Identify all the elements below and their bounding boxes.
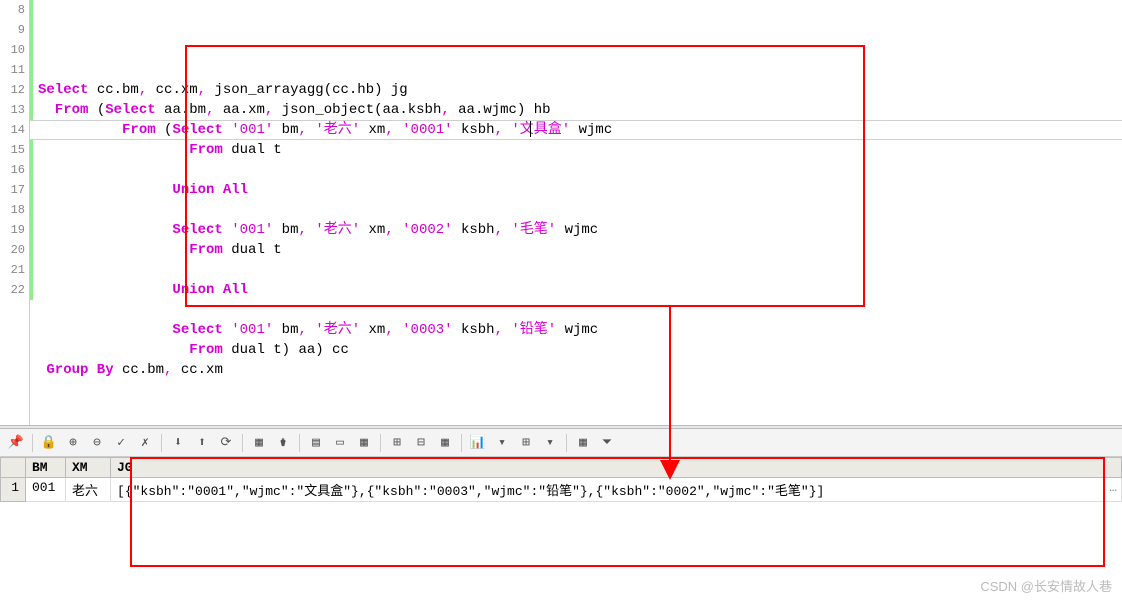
line-number: 15: [0, 140, 25, 160]
code-line[interactable]: From (Select aa.bm, aa.xm, json_object(a…: [38, 100, 1122, 120]
line-number: 18: [0, 200, 25, 220]
results-toolbar: 📌🔒⊕⊖✓✗⬇⬆⟳▦⚱▤▭▦⊞⊟▦📊▾⊞▾▦⏷: [0, 429, 1122, 457]
cancel-icon[interactable]: ✗: [135, 433, 155, 453]
export-icon[interactable]: ▭: [330, 433, 350, 453]
toolbar-separator: [299, 434, 300, 452]
col-header-jg[interactable]: JG: [111, 458, 1122, 478]
toolbar-separator: [461, 434, 462, 452]
toolbar-separator: [242, 434, 243, 452]
code-line[interactable]: From dual t: [38, 140, 1122, 160]
col-header-xm[interactable]: XM: [66, 458, 111, 478]
table-icon[interactable]: ▤: [306, 433, 326, 453]
code-line[interactable]: [38, 300, 1122, 320]
pin-icon[interactable]: 📌: [6, 433, 26, 453]
line-number: 13: [0, 100, 25, 120]
down-icon[interactable]: ⬇: [168, 433, 188, 453]
line-number: 9: [0, 20, 25, 40]
code-line[interactable]: Select cc.bm, cc.xm, json_arrayagg(cc.hb…: [38, 80, 1122, 100]
code-line[interactable]: Select '001' bm, '老六' xm, '0003' ksbh, '…: [38, 320, 1122, 340]
code-editor[interactable]: 8910111213141516171819202122 Select cc.b…: [0, 0, 1122, 425]
refresh-icon[interactable]: ⟳: [216, 433, 236, 453]
code-line[interactable]: Union All: [38, 180, 1122, 200]
code-line[interactable]: [38, 260, 1122, 280]
corner-cell: [1, 458, 26, 478]
toolbar-separator: [566, 434, 567, 452]
lock-icon[interactable]: 🔒: [39, 433, 59, 453]
check-icon[interactable]: ✓: [111, 433, 131, 453]
funnel-icon[interactable]: ⏷: [597, 433, 617, 453]
grid1-icon[interactable]: ▦: [249, 433, 269, 453]
filter-icon[interactable]: ⚱: [273, 433, 293, 453]
line-number: 22: [0, 280, 25, 300]
toolbar-separator: [380, 434, 381, 452]
line-number: 20: [0, 240, 25, 260]
toolbar-separator: [161, 434, 162, 452]
cell-jg[interactable]: [{"ksbh":"0001","wjmc":"文具盒"},{"ksbh":"0…: [111, 478, 1122, 502]
line-number: 11: [0, 60, 25, 80]
code-line[interactable]: From dual t: [38, 240, 1122, 260]
code-line[interactable]: [38, 200, 1122, 220]
code-area[interactable]: Select cc.bm, cc.xm, json_arrayagg(cc.hb…: [30, 0, 1122, 425]
table-row[interactable]: 1001老六[{"ksbh":"0001","wjmc":"文具盒"},{"ks…: [1, 478, 1122, 502]
drop2-icon[interactable]: ▾: [540, 433, 560, 453]
up-icon[interactable]: ⬆: [192, 433, 212, 453]
line-number: 19: [0, 220, 25, 240]
cell-xm[interactable]: 老六: [66, 478, 111, 502]
line-number: 14: [0, 120, 25, 140]
results-grid[interactable]: BM XM JG 1001老六[{"ksbh":"0001","wjmc":"文…: [0, 457, 1122, 597]
line-number: 17: [0, 180, 25, 200]
line-number: 8: [0, 0, 25, 20]
code-line[interactable]: Union All: [38, 280, 1122, 300]
calc-icon[interactable]: ▦: [354, 433, 374, 453]
code-line[interactable]: From (Select '001' bm, '老六' xm, '0001' k…: [38, 120, 1122, 140]
line-number: 21: [0, 260, 25, 280]
watermark: CSDN @长安情故人巷: [980, 576, 1112, 595]
toolbar-separator: [32, 434, 33, 452]
multi-icon[interactable]: ▦: [435, 433, 455, 453]
ellipsis-icon[interactable]: …: [1109, 480, 1117, 495]
detail-icon[interactable]: ⊞: [387, 433, 407, 453]
line-number: 16: [0, 160, 25, 180]
view-icon[interactable]: ▦: [573, 433, 593, 453]
code-line[interactable]: [38, 160, 1122, 180]
add-icon[interactable]: ⊕: [63, 433, 83, 453]
remove-icon[interactable]: ⊖: [87, 433, 107, 453]
group-icon[interactable]: ⊞: [516, 433, 536, 453]
code-line[interactable]: Select '001' bm, '老六' xm, '0002' ksbh, '…: [38, 220, 1122, 240]
drop-icon[interactable]: ▾: [492, 433, 512, 453]
layout-icon[interactable]: ⊟: [411, 433, 431, 453]
code-line[interactable]: From dual t) aa) cc: [38, 340, 1122, 360]
cell-bm[interactable]: 001: [26, 478, 66, 502]
line-number: 12: [0, 80, 25, 100]
col-header-bm[interactable]: BM: [26, 458, 66, 478]
line-gutter: 8910111213141516171819202122: [0, 0, 30, 425]
line-number: 10: [0, 40, 25, 60]
chart-icon[interactable]: 📊: [468, 433, 488, 453]
text-cursor: [530, 121, 531, 137]
row-number: 1: [1, 478, 26, 502]
code-line[interactable]: Group By cc.bm, cc.xm: [38, 360, 1122, 380]
